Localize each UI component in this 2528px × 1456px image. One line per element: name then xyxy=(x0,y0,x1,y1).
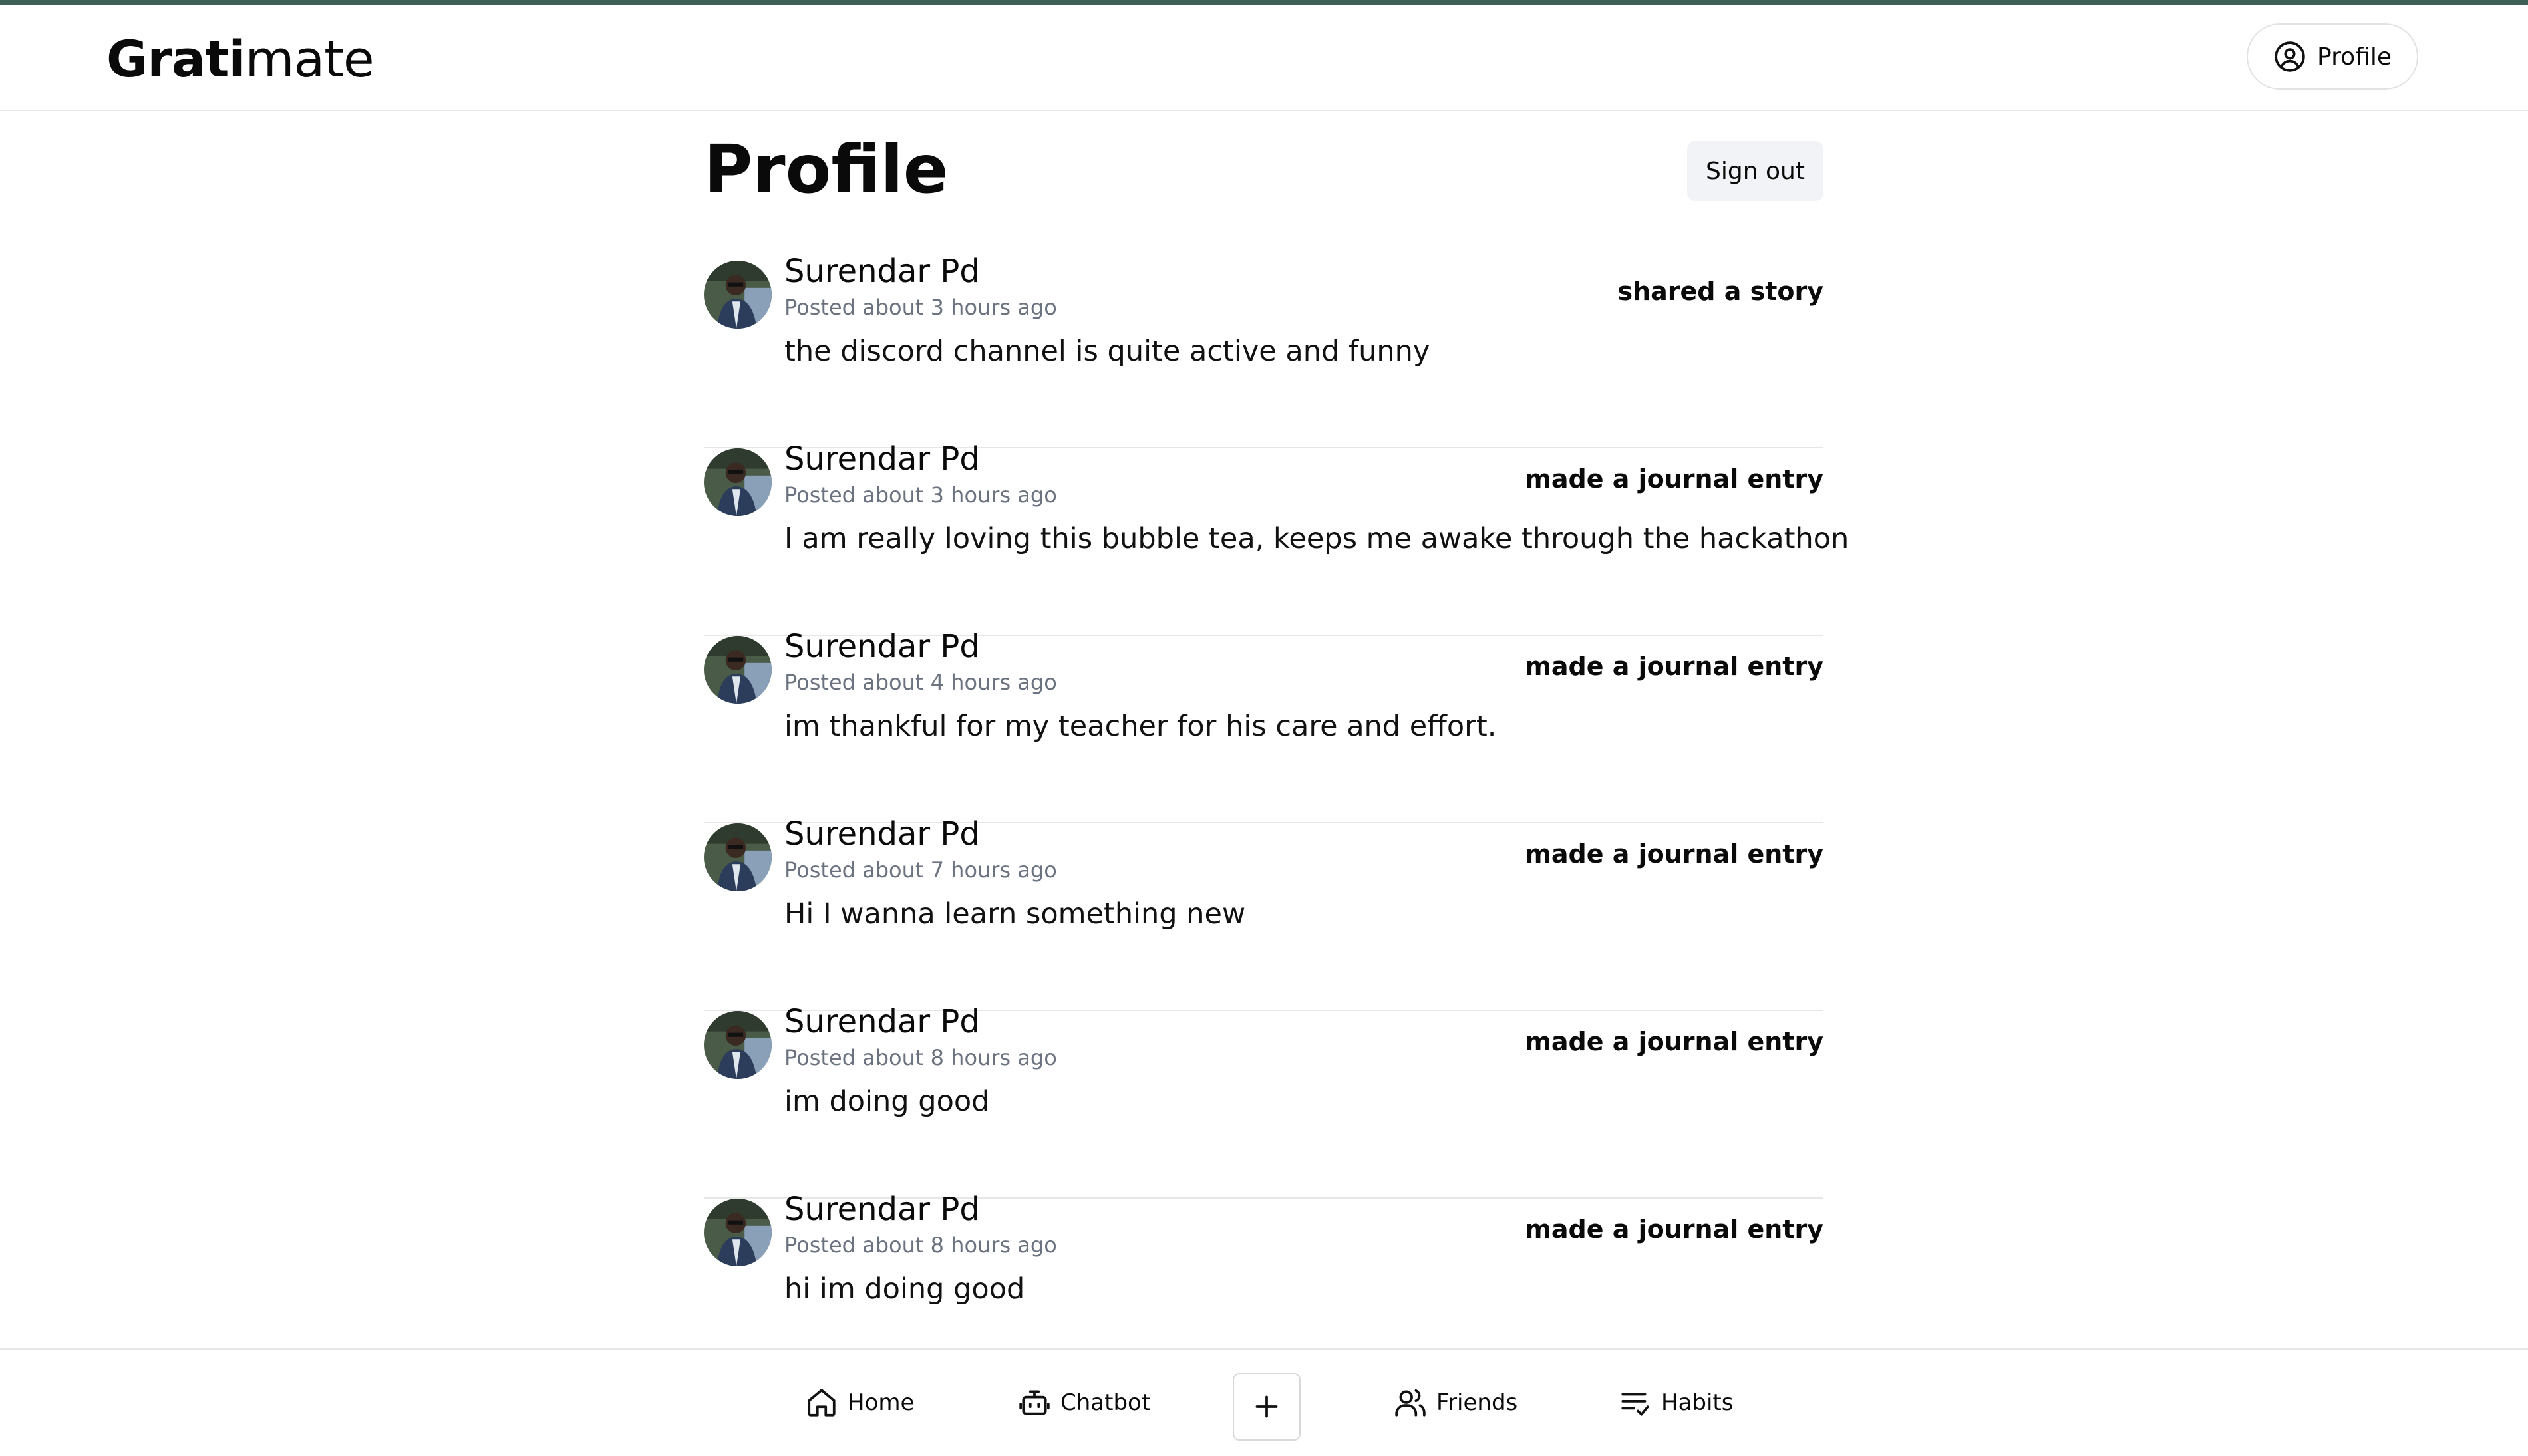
avatar[interactable] xyxy=(704,823,772,891)
post-timestamp: Posted about 7 hours ago xyxy=(784,857,1057,883)
page-title: Profile xyxy=(704,130,949,208)
nav-habits[interactable]: Habits xyxy=(1619,1383,1733,1423)
app-header: Gratimate Profile xyxy=(0,5,2528,111)
post-timestamp: Posted about 3 hours ago xyxy=(784,295,1057,320)
post-content: hi im doing good xyxy=(784,1272,1025,1306)
feed-post: Surendar Pd Posted about 3 hours ago mad… xyxy=(704,440,1849,636)
post-author[interactable]: Surendar Pd xyxy=(784,814,980,854)
sign-out-button[interactable]: Sign out xyxy=(1687,141,1823,201)
feed-post: Surendar Pd Posted about 8 hours ago mad… xyxy=(704,1191,1823,1348)
nav-habits-label: Habits xyxy=(1661,1389,1734,1416)
avatar[interactable] xyxy=(704,1199,772,1266)
post-author[interactable]: Surendar Pd xyxy=(784,251,980,291)
nav-chatbot-label: Chatbot xyxy=(1060,1389,1151,1416)
plus-icon xyxy=(1255,1395,1278,1418)
post-timestamp: Posted about 4 hours ago xyxy=(784,670,1057,695)
avatar[interactable] xyxy=(704,448,772,516)
post-content: Hi I wanna learn something new xyxy=(784,897,1246,931)
post-author[interactable]: Surendar Pd xyxy=(784,1002,980,1042)
nav-home-label: Home xyxy=(848,1389,915,1416)
avatar[interactable] xyxy=(704,261,772,329)
logo-bold-part: Grati xyxy=(106,29,246,88)
post-timestamp: Posted about 3 hours ago xyxy=(784,482,1057,508)
post-author[interactable]: Surendar Pd xyxy=(784,627,980,666)
post-action-label: made a journal entry xyxy=(1525,1027,1823,1056)
post-content: im thankful for my teacher for his care … xyxy=(784,710,1497,743)
post-action-label: shared a story xyxy=(1617,277,1823,306)
feed-post: Surendar Pd Posted about 3 hours ago sha… xyxy=(704,253,1823,448)
post-content: the discord channel is quite active and … xyxy=(784,335,1430,368)
feed-post: Surendar Pd Posted about 7 hours ago mad… xyxy=(704,815,1823,1011)
add-entry-button[interactable] xyxy=(1233,1373,1301,1441)
post-timestamp: Posted about 8 hours ago xyxy=(784,1233,1057,1258)
post-content: I am really loving this bubble tea, keep… xyxy=(784,522,1849,555)
profile-button[interactable]: Profile xyxy=(2247,23,2418,90)
post-action-label: made a journal entry xyxy=(1525,1215,1823,1244)
post-action-label: made a journal entry xyxy=(1525,652,1823,681)
users-icon xyxy=(1395,1389,1426,1417)
home-icon xyxy=(808,1389,836,1417)
post-action-label: made a journal entry xyxy=(1525,464,1823,494)
feed-post: Surendar Pd Posted about 4 hours ago mad… xyxy=(704,628,1823,823)
post-author[interactable]: Surendar Pd xyxy=(784,1189,980,1229)
app-logo[interactable]: Gratimate xyxy=(106,26,375,92)
nav-chatbot[interactable]: Chatbot xyxy=(1018,1383,1150,1423)
avatar[interactable] xyxy=(704,1011,772,1079)
post-content: im doing good xyxy=(784,1085,990,1118)
logo-regular-part: mate xyxy=(245,29,375,88)
nav-home[interactable]: Home xyxy=(805,1383,914,1423)
top-accent-bar xyxy=(0,0,2528,5)
bottom-navigation: Home Chatbot Friends Habits xyxy=(0,1348,2528,1456)
profile-button-label: Profile xyxy=(2317,43,2392,71)
avatar[interactable] xyxy=(704,636,772,704)
nav-friends[interactable]: Friends xyxy=(1394,1383,1517,1423)
post-author[interactable]: Surendar Pd xyxy=(784,439,980,479)
post-action-label: made a journal entry xyxy=(1525,839,1823,869)
post-timestamp: Posted about 8 hours ago xyxy=(784,1045,1057,1070)
bot-icon xyxy=(1019,1390,1050,1415)
feed-post: Surendar Pd Posted about 8 hours ago mad… xyxy=(704,1003,1823,1199)
user-circle-icon xyxy=(2275,41,2305,72)
nav-friends-label: Friends xyxy=(1436,1389,1518,1416)
list-check-icon xyxy=(1621,1393,1649,1416)
